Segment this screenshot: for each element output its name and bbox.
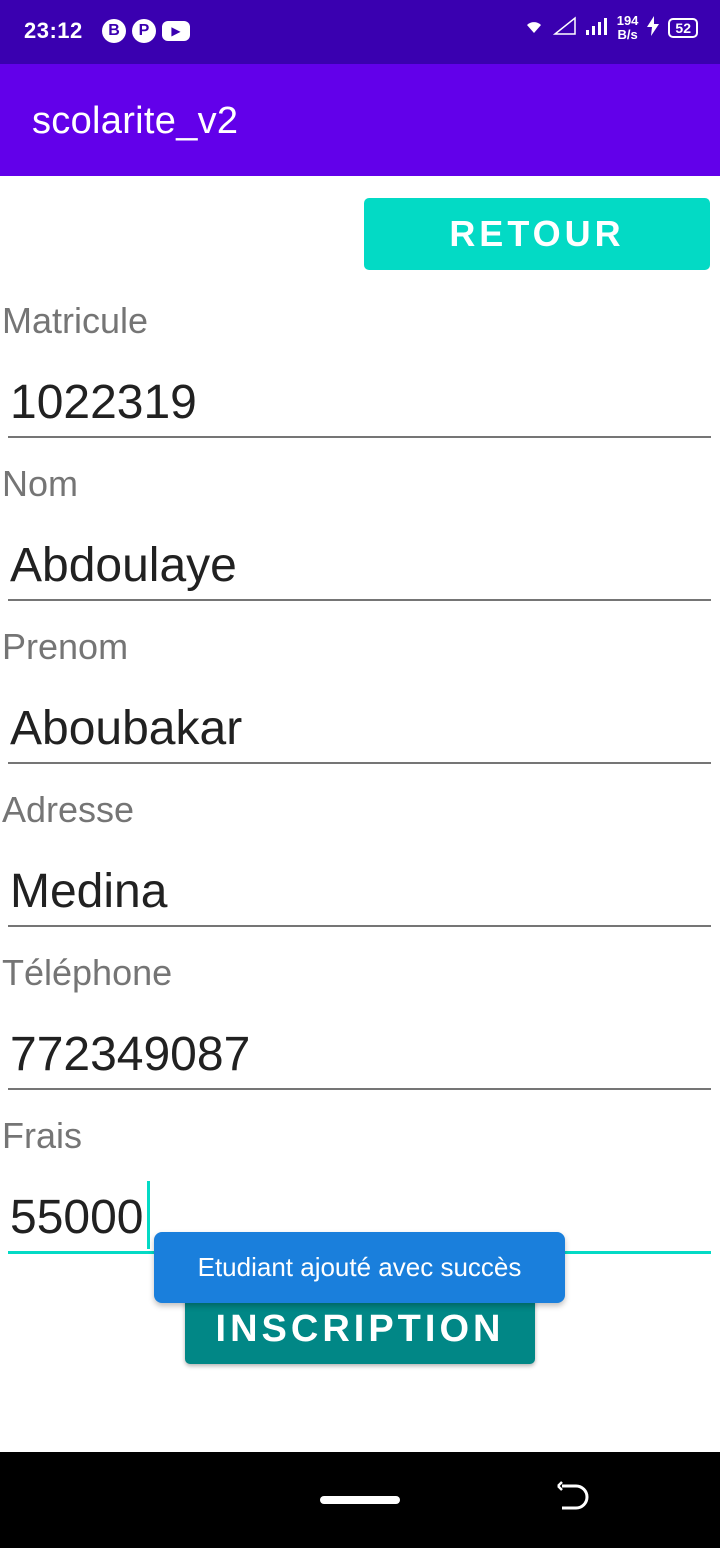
adresse-label: Adresse — [2, 789, 135, 830]
frais-label: Frais — [2, 1115, 82, 1156]
navigation-bar — [0, 1452, 720, 1548]
matricule-field[interactable] — [8, 366, 711, 438]
back-icon[interactable] — [556, 1480, 590, 1520]
signal-empty-icon — [552, 15, 577, 41]
nom-underline — [8, 599, 711, 601]
p-app-icon: P — [132, 19, 156, 43]
telephone-label: Téléphone — [2, 952, 173, 993]
nom-label: Nom — [2, 463, 79, 504]
network-speed: 194 B/s — [617, 14, 639, 42]
nom-field[interactable] — [8, 529, 711, 601]
net-speed-unit: B/s — [617, 27, 638, 42]
telephone-underline — [8, 1088, 711, 1090]
youtube-icon: ▶ — [162, 21, 190, 41]
inscription-button[interactable]: INSCRIPTION — [185, 1294, 535, 1364]
system-icons: 194 B/s 52 — [523, 14, 698, 42]
status-bar: 23:12 B P ▶ 194 B/s 52 — [0, 0, 720, 64]
matricule-label: Matricule — [2, 300, 149, 341]
retour-button[interactable]: RETOUR — [364, 198, 710, 270]
signal-icon — [585, 16, 609, 41]
adresse-underline — [8, 925, 711, 927]
notification-icons: B P ▶ — [102, 19, 190, 43]
net-speed-value: 194 — [616, 13, 639, 28]
app-title: scolarite_v2 — [32, 100, 239, 142]
adresse-field[interactable] — [8, 855, 711, 927]
prenom-label: Prenom — [2, 626, 129, 667]
success-toast: Etudiant ajouté avec succès — [154, 1232, 565, 1303]
home-gesture-bar[interactable] — [320, 1496, 400, 1504]
prenom-field[interactable] — [8, 692, 711, 764]
wifi-icon — [523, 17, 545, 40]
charging-icon — [646, 15, 660, 41]
telephone-field[interactable] — [8, 1018, 711, 1090]
b-app-icon: B — [102, 19, 126, 43]
app-bar: scolarite_v2 — [0, 64, 720, 176]
prenom-underline — [8, 762, 711, 764]
matricule-underline — [8, 436, 711, 438]
text-cursor — [147, 1181, 150, 1249]
status-time: 23:12 — [24, 18, 83, 43]
battery-icon: 52 — [668, 18, 698, 38]
